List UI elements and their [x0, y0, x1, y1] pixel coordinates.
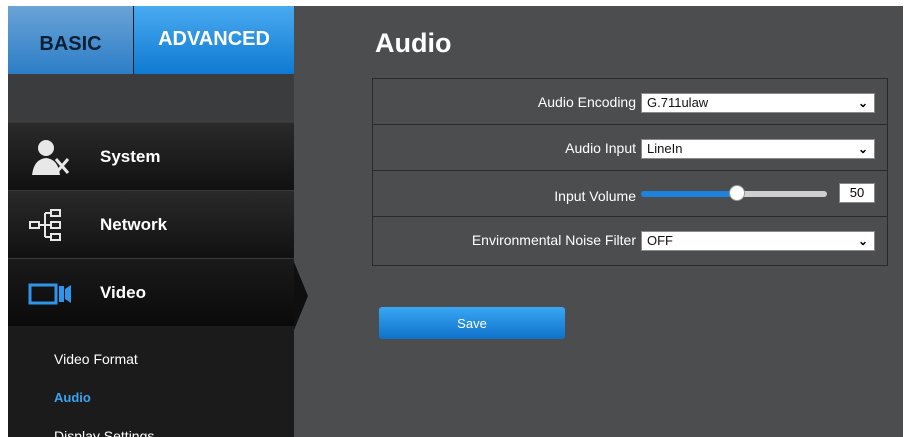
- row-audio-input: Audio Input LineIn ⌄: [373, 125, 887, 171]
- network-tree-icon: [29, 209, 61, 241]
- input-volume-value[interactable]: 50: [839, 183, 875, 203]
- main-panel: Audio Audio Encoding G.711ulaw ⌄ Audio I…: [294, 6, 903, 437]
- subitem-display-settings[interactable]: Display Settings: [54, 428, 154, 437]
- sidebar-item-label: Video: [100, 283, 146, 302]
- audio-encoding-value: G.711ulaw: [647, 95, 709, 110]
- chevron-down-icon: ⌄: [857, 234, 868, 248]
- subitem-video-format[interactable]: Video Format: [54, 351, 138, 367]
- app-window: BASIC ADVANCED System Network Video Vide…: [8, 6, 903, 437]
- sidebar: BASIC ADVANCED System Network Video Vide…: [8, 6, 294, 437]
- sidebar-item-system[interactable]: System: [8, 122, 294, 190]
- input-volume-label: Input Volume: [554, 188, 636, 204]
- system-user-tools-icon: [32, 140, 70, 175]
- input-volume-slider[interactable]: [641, 184, 831, 204]
- save-button[interactable]: Save: [379, 307, 565, 339]
- tab-advanced[interactable]: ADVANCED: [134, 6, 294, 74]
- audio-input-value: LineIn: [647, 141, 683, 156]
- slider-fill: [641, 191, 737, 197]
- audio-settings-form: Audio Encoding G.711ulaw ⌄ Audio Input L…: [372, 78, 888, 266]
- tab-basic[interactable]: BASIC: [8, 6, 133, 74]
- noise-filter-label: Environmental Noise Filter: [471, 232, 636, 248]
- row-noise-filter: Environmental Noise Filter OFF ⌄: [373, 217, 887, 263]
- slider-track: [737, 191, 827, 197]
- sidebar-item-network[interactable]: Network: [8, 190, 294, 258]
- sidebar-spacer: [8, 74, 294, 122]
- sidebar-item-label: System: [100, 147, 161, 166]
- audio-encoding-select[interactable]: G.711ulaw ⌄: [641, 93, 875, 113]
- sidebar-item-label: Network: [100, 215, 168, 234]
- slider-thumb[interactable]: [729, 185, 745, 201]
- row-input-volume: Input Volume 50: [373, 171, 887, 217]
- row-audio-encoding: Audio Encoding G.711ulaw ⌄: [373, 79, 887, 125]
- subitem-audio[interactable]: Audio: [54, 390, 91, 405]
- audio-input-label: Audio Input: [565, 140, 636, 156]
- sidebar-item-video[interactable]: Video: [8, 258, 294, 326]
- page-title: Audio: [375, 28, 452, 58]
- noise-filter-value: OFF: [647, 233, 673, 248]
- chevron-down-icon: ⌄: [857, 142, 868, 156]
- audio-encoding-label: Audio Encoding: [537, 94, 636, 110]
- chevron-down-icon: ⌄: [857, 96, 868, 110]
- mode-tabs: BASIC ADVANCED: [8, 6, 294, 90]
- video-camera-icon: [28, 283, 71, 305]
- audio-input-select[interactable]: LineIn ⌄: [641, 139, 875, 159]
- noise-filter-select[interactable]: OFF ⌄: [641, 231, 875, 251]
